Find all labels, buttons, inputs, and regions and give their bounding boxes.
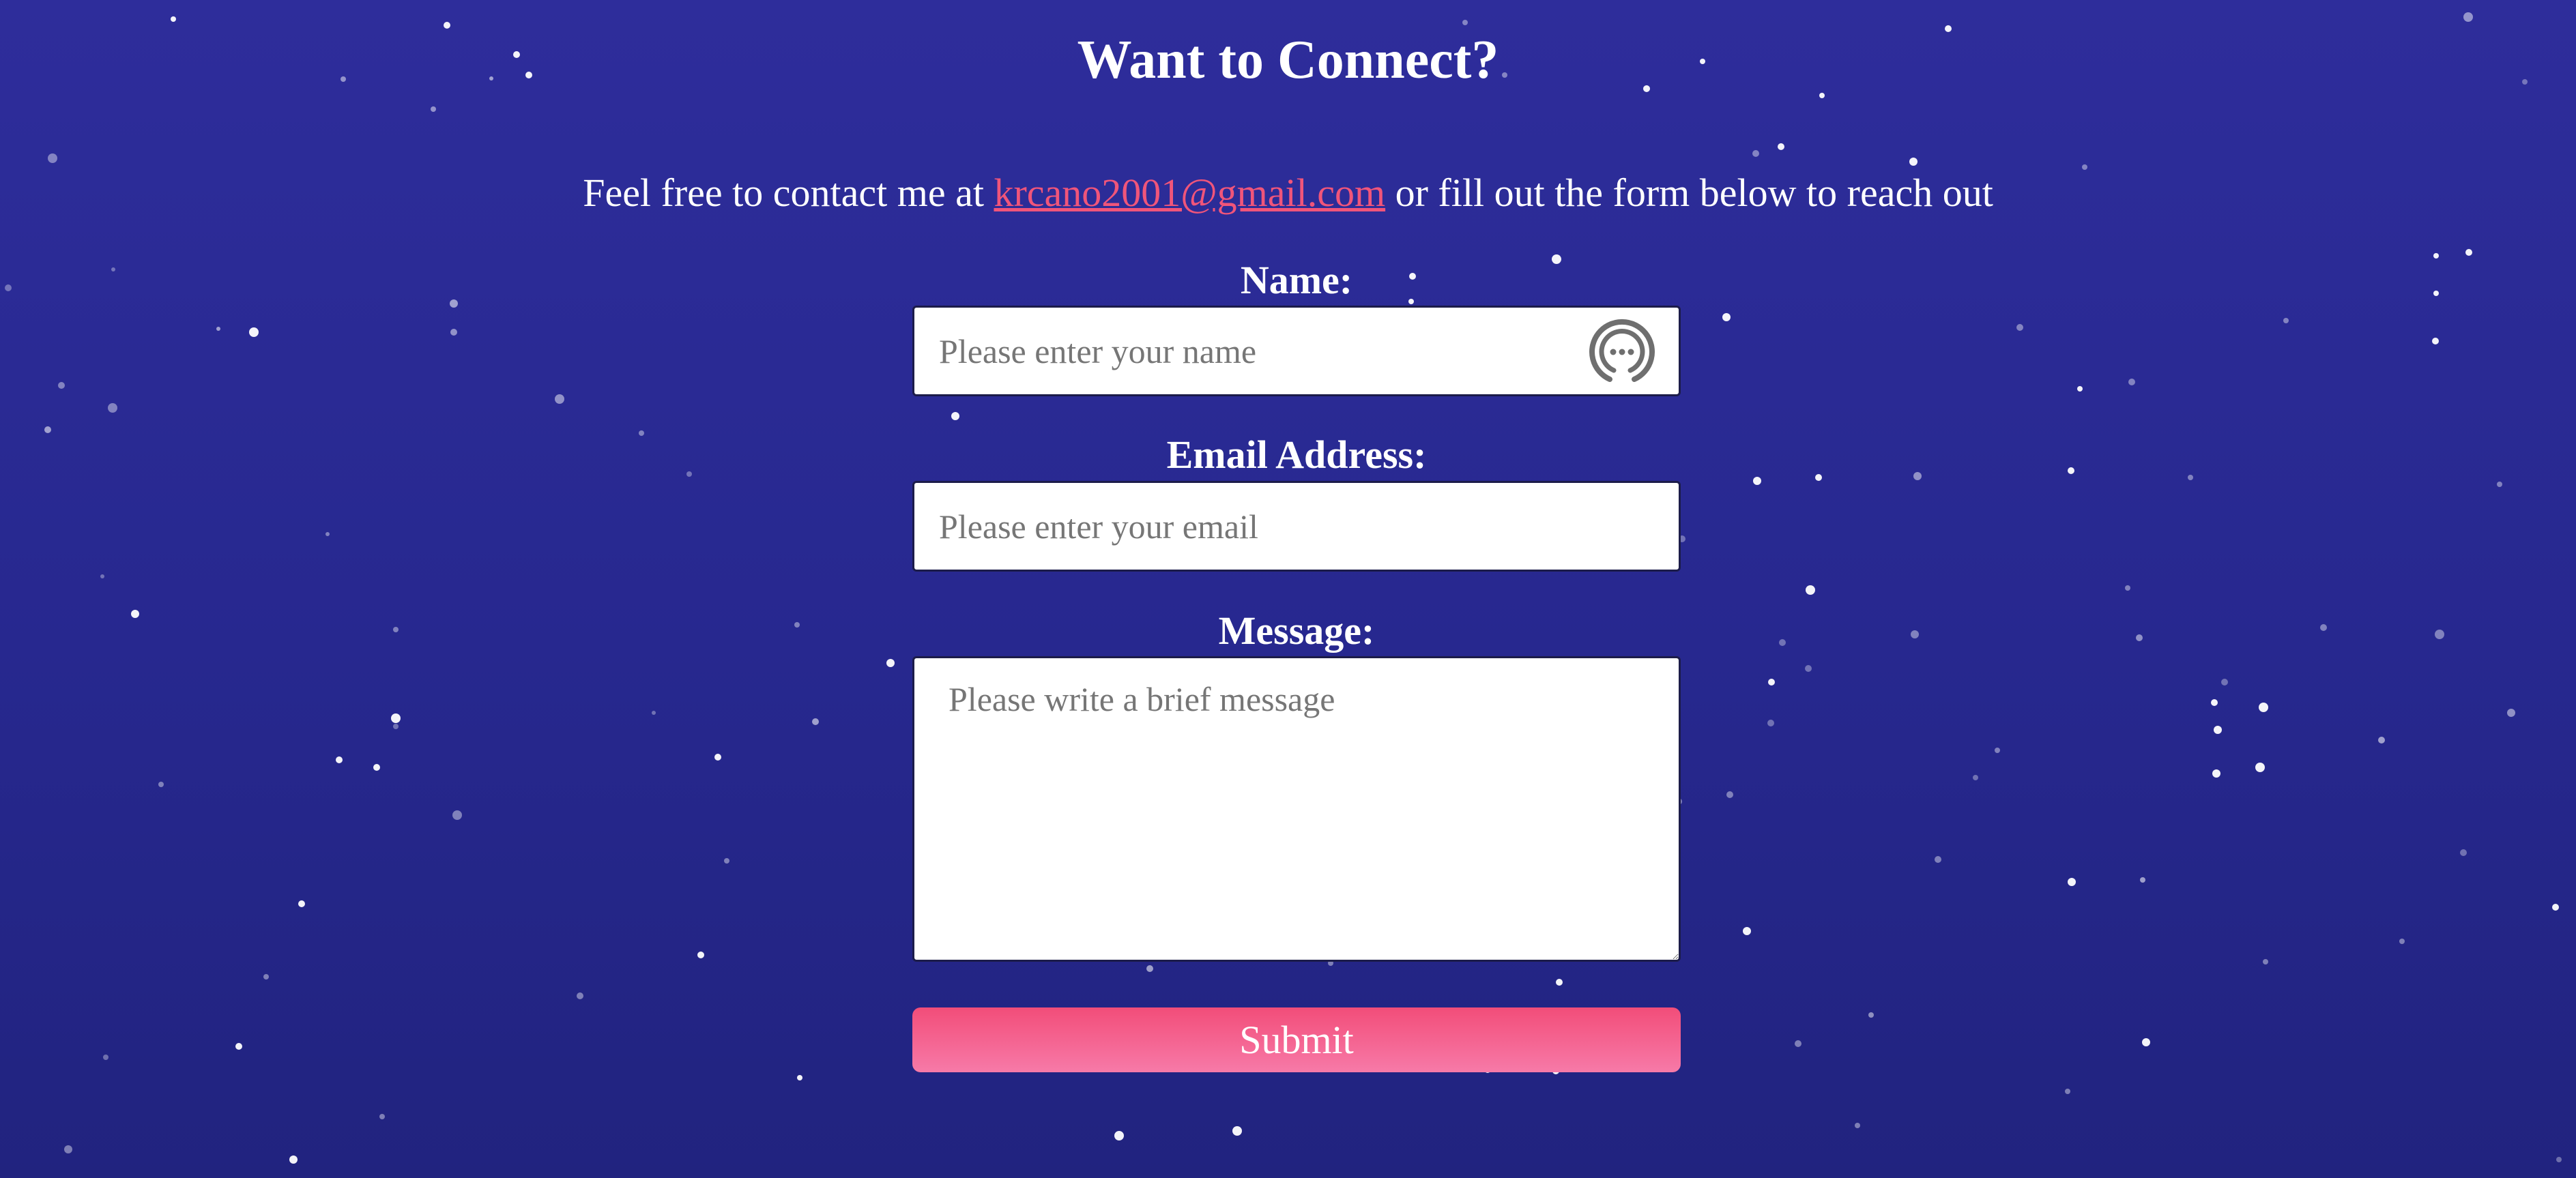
- email-label: Email Address:: [1166, 432, 1427, 477]
- message-label: Message:: [1218, 608, 1375, 653]
- email-link[interactable]: krcano2001@gmail.com: [994, 171, 1385, 215]
- message-textarea[interactable]: [912, 656, 1681, 962]
- contact-section: Want to Connect? Feel free to contact me…: [0, 0, 2576, 1178]
- password-manager-icon[interactable]: [1587, 316, 1658, 387]
- submit-button[interactable]: Submit: [912, 1007, 1681, 1072]
- email-input[interactable]: [912, 481, 1681, 572]
- name-label: Name:: [1240, 258, 1353, 302]
- intro-text-after: or fill out the form below to reach out: [1385, 171, 1993, 215]
- name-input[interactable]: [912, 306, 1681, 396]
- contact-intro: Feel free to contact me at krcano2001@gm…: [0, 162, 2576, 224]
- intro-text-before: Feel free to contact me at: [583, 171, 994, 215]
- page-title: Want to Connect?: [1077, 30, 1499, 90]
